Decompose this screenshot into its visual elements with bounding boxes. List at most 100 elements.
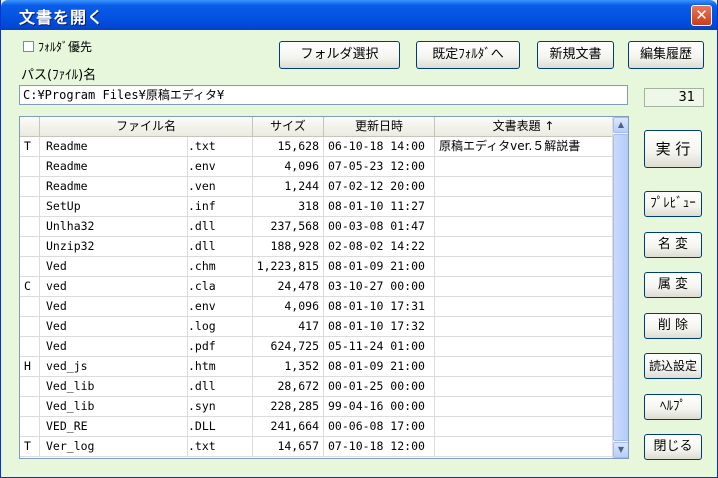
file-title-cell bbox=[435, 197, 612, 216]
file-title-cell bbox=[435, 337, 612, 356]
file-title-cell bbox=[435, 377, 612, 396]
file-list-row[interactable]: T Ver_log .txt 14,657 07-10-18 12:00 bbox=[20, 437, 612, 457]
file-date-cell: 07-05-23 12:00 bbox=[324, 157, 435, 176]
column-header-title[interactable]: 文書表題 ↑ bbox=[435, 117, 612, 137]
file-title-cell bbox=[435, 157, 612, 176]
file-name-cell: VED_RE bbox=[40, 417, 188, 436]
path-input[interactable]: C:¥Program Files¥原稿エディタ¥ bbox=[19, 85, 628, 105]
file-ext-cell: .env bbox=[188, 297, 253, 316]
file-ext-cell: .DLL bbox=[188, 417, 253, 436]
file-mark-cell bbox=[20, 397, 40, 416]
file-size-cell: 237,568 bbox=[253, 217, 324, 236]
file-ext-cell: .syn bbox=[188, 397, 253, 416]
close-button[interactable]: 閉じる bbox=[644, 434, 702, 460]
file-mark-cell bbox=[20, 317, 40, 336]
file-mark-cell: T bbox=[20, 437, 40, 456]
rename-button[interactable]: 名 変 bbox=[644, 232, 702, 258]
change-attributes-button[interactable]: 属 変 bbox=[644, 272, 702, 298]
file-name-cell: Ved bbox=[40, 337, 188, 356]
file-mark-cell: C bbox=[20, 277, 40, 296]
file-list-row[interactable]: Ved_lib .dll 28,672 00-01-25 00:00 bbox=[20, 377, 612, 397]
open-document-dialog: 文書を開く ✕ ﾌｫﾙﾀﾞ優先 フォルダ選択 既定ﾌｫﾙﾀﾞへ 新規文書 編集履… bbox=[0, 0, 718, 478]
file-ext-cell: .dll bbox=[188, 217, 253, 236]
default-folder-button[interactable]: 既定ﾌｫﾙﾀﾞへ bbox=[416, 41, 520, 69]
file-ext-cell: .dll bbox=[188, 237, 253, 256]
file-date-cell: 03-10-27 00:00 bbox=[324, 277, 435, 296]
file-size-cell: 241,664 bbox=[253, 417, 324, 436]
file-name-cell: Ved bbox=[40, 257, 188, 276]
scroll-up-icon[interactable]: ▲ bbox=[613, 117, 628, 133]
file-list-row[interactable]: Ved_lib .syn 228,285 99-04-16 00:00 bbox=[20, 397, 612, 417]
file-name-cell: Unzip32 bbox=[40, 237, 188, 256]
file-list-row[interactable]: Readme .ven 1,244 07-02-12 20:00 bbox=[20, 177, 612, 197]
file-list-row[interactable]: Ved .log 417 08-01-10 17:32 bbox=[20, 317, 612, 337]
file-list-row[interactable]: SetUp .inf 318 08-01-10 11:27 bbox=[20, 197, 612, 217]
load-settings-button[interactable]: 読込設定 bbox=[644, 353, 702, 379]
file-name-cell: Ved bbox=[40, 297, 188, 316]
select-folder-button[interactable]: フォルダ選択 bbox=[279, 41, 400, 69]
file-list-row[interactable]: Cved .cla 24,478 03-10-27 00:00 bbox=[20, 277, 612, 297]
file-title-cell bbox=[435, 217, 612, 236]
file-list-row[interactable]: Unzip32 .dll 188,928 02-08-02 14:22 bbox=[20, 237, 612, 257]
file-mark-cell bbox=[20, 257, 40, 276]
file-date-cell: 00-03-08 01:47 bbox=[324, 217, 435, 236]
file-list[interactable]: ファイル名 サイズ 更新日時 文書表題 ↑ T Readme .txt 15,628 0… bbox=[19, 116, 629, 459]
delete-button[interactable]: 削 除 bbox=[644, 313, 702, 339]
file-name-cell: SetUp bbox=[40, 197, 188, 216]
file-size-cell: 4,096 bbox=[253, 157, 324, 176]
file-ext-cell: .htm bbox=[188, 357, 253, 376]
folder-priority-option[interactable]: ﾌｫﾙﾀﾞ優先 bbox=[23, 38, 92, 55]
file-date-cell: 02-08-02 14:22 bbox=[324, 237, 435, 256]
file-date-cell: 07-02-12 20:00 bbox=[324, 177, 435, 196]
file-title-cell bbox=[435, 317, 612, 336]
file-mark-cell bbox=[20, 197, 40, 216]
file-size-cell: 417 bbox=[253, 317, 324, 336]
column-header-filename[interactable]: ファイル名 bbox=[40, 117, 253, 137]
file-list-row[interactable]: Ved .chm 1,223,815 08-01-09 21:00 bbox=[20, 257, 612, 277]
file-size-cell: 1,244 bbox=[253, 177, 324, 196]
scroll-down-icon[interactable]: ▼ bbox=[613, 442, 628, 458]
file-mark-cell: T bbox=[20, 137, 40, 156]
vertical-scrollbar[interactable]: ▲ ▼ bbox=[612, 117, 628, 458]
edit-history-button[interactable]: 編集履歴 bbox=[628, 41, 704, 69]
file-size-cell: 15,628 bbox=[253, 137, 324, 156]
title-bar[interactable]: 文書を開く ✕ bbox=[1, 0, 717, 30]
file-list-row[interactable]: T Readme .txt 15,628 06-10-18 14:00 原稿エディタver… bbox=[20, 137, 612, 157]
file-date-cell: 00-06-08 17:00 bbox=[324, 417, 435, 436]
file-list-row[interactable]: Unlha32 .dll 237,568 00-03-08 01:47 bbox=[20, 217, 612, 237]
column-header-size[interactable]: サイズ bbox=[253, 117, 324, 137]
file-ext-cell: .inf bbox=[188, 197, 253, 216]
close-window-button[interactable]: ✕ bbox=[691, 5, 712, 26]
file-name-cell: Unlha32 bbox=[40, 217, 188, 236]
file-list-row[interactable]: Hved_js .htm 1,352 08-01-09 21:00 bbox=[20, 357, 612, 377]
file-list-row[interactable]: Ved .env 4,096 08-01-10 17:31 bbox=[20, 297, 612, 317]
file-date-cell: 08-01-10 17:31 bbox=[324, 297, 435, 316]
file-ext-cell: .cla bbox=[188, 277, 253, 296]
file-list-row[interactable]: Readme .env 4,096 07-05-23 12:00 bbox=[20, 157, 612, 177]
scrollbar-thumb[interactable] bbox=[613, 134, 628, 441]
file-name-cell: ved_js bbox=[40, 357, 188, 376]
file-list-row[interactable]: VED_RE .DLL 241,664 00-06-08 17:00 bbox=[20, 417, 612, 437]
file-size-cell: 624,725 bbox=[253, 337, 324, 356]
file-list-header: ファイル名 サイズ 更新日時 文書表題 ↑ bbox=[20, 117, 612, 137]
folder-priority-label: ﾌｫﾙﾀﾞ優先 bbox=[38, 40, 93, 54]
execute-button[interactable]: 実 行 bbox=[644, 130, 702, 168]
file-title-cell bbox=[435, 437, 612, 456]
file-title-cell bbox=[435, 397, 612, 416]
file-title-cell bbox=[435, 237, 612, 256]
file-size-cell: 28,672 bbox=[253, 377, 324, 396]
file-date-cell: 05-11-24 01:00 bbox=[324, 337, 435, 356]
help-button[interactable]: ﾍﾙﾌﾟ bbox=[644, 394, 702, 420]
preview-button[interactable]: ﾌﾟﾚﾋﾞｭｰ bbox=[644, 191, 702, 217]
file-date-cell: 06-10-18 14:00 bbox=[324, 137, 435, 156]
file-title-cell bbox=[435, 277, 612, 296]
file-name-cell: Readme bbox=[40, 177, 188, 196]
folder-priority-checkbox[interactable] bbox=[23, 41, 34, 52]
file-size-cell: 4,096 bbox=[253, 297, 324, 316]
file-list-row[interactable]: Ved .pdf 624,725 05-11-24 01:00 bbox=[20, 337, 612, 357]
file-list-rows: T Readme .txt 15,628 06-10-18 14:00 原稿エディタver… bbox=[20, 137, 612, 457]
file-mark-cell bbox=[20, 337, 40, 356]
column-header-mark[interactable] bbox=[20, 117, 40, 137]
column-header-modified[interactable]: 更新日時 bbox=[324, 117, 435, 137]
new-document-button[interactable]: 新規文書 bbox=[537, 41, 614, 69]
